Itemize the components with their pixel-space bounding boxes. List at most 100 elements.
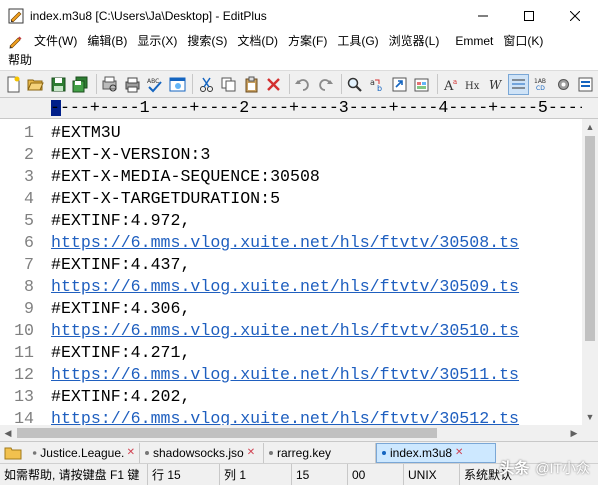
tab-shadowsocks[interactable]: shadowsocks.jso ✕: [140, 442, 264, 463]
folder-icon[interactable]: [4, 445, 22, 461]
menu-document[interactable]: 文档(D): [233, 31, 282, 51]
clip-library-button[interactable]: [412, 74, 432, 95]
hex-icon: Hx: [465, 81, 480, 92]
status-line: 行 15: [148, 463, 220, 485]
new-file-button[interactable]: [3, 74, 23, 95]
window-title: index.m3u8 [C:\Users\Ja\Desktop] - EditP…: [30, 8, 267, 23]
save-all-icon: [72, 76, 88, 92]
menu-window[interactable]: 窗口(K): [499, 31, 547, 51]
code-text: #EXTINF:4.271,: [51, 343, 191, 362]
line-number: 13: [14, 387, 34, 406]
copy-button[interactable]: [219, 74, 239, 95]
url-link[interactable]: https://6.mms.vlog.xuite.net/hls/ftvtv/3…: [51, 276, 519, 298]
print-preview-icon: [102, 76, 117, 91]
code-line: 8 https://6.mms.vlog.xuite.net/hls/ftvtv/…: [0, 276, 582, 298]
undo-icon: [295, 78, 310, 91]
url-link[interactable]: https://6.mms.vlog.xuite.net/hls/ftvtv/3…: [51, 364, 519, 386]
redo-button[interactable]: [315, 74, 335, 95]
tab-justice-league[interactable]: Justice.League.2( ✕: [28, 442, 140, 463]
print-preview-button[interactable]: [100, 74, 120, 95]
code-line: 4 #EXT-X-TARGETDURATION:5: [0, 188, 582, 210]
menu-help[interactable]: 帮助: [0, 51, 32, 69]
tab-close-icon[interactable]: ✕: [247, 447, 255, 458]
ruler-corner: [582, 97, 598, 119]
url-link[interactable]: https://6.mms.vlog.xuite.net/hls/ftvtv/3…: [51, 232, 519, 254]
print-button[interactable]: [122, 74, 142, 95]
tab-bullet-icon: [269, 450, 273, 455]
ruler-button[interactable]: 1AB CD: [531, 74, 551, 95]
document-pen-icon[interactable]: [8, 33, 24, 49]
code-line: 5 #EXTINF:4.972,: [0, 210, 582, 232]
horizontal-scroll-thumb[interactable]: [17, 428, 437, 438]
menu-edit[interactable]: 编辑(B): [83, 31, 131, 51]
menu-project[interactable]: 方案(F): [284, 31, 331, 51]
find-button[interactable]: [345, 74, 365, 95]
save-all-button[interactable]: [70, 74, 90, 95]
code-text: #EXT-X-MEDIA-SEQUENCE:30508: [51, 167, 320, 186]
undo-button[interactable]: [293, 74, 313, 95]
menu-view[interactable]: 显示(X): [133, 31, 181, 51]
code-line: 12 https://6.mms.vlog.xuite.net/hls/ftvtv…: [0, 364, 582, 386]
save-button[interactable]: [48, 74, 68, 95]
delete-button[interactable]: [263, 74, 283, 95]
cut-button[interactable]: [196, 74, 216, 95]
horizontal-scrollbar[interactable]: ◀ ▶: [0, 425, 582, 441]
cliptext-button[interactable]: [576, 74, 596, 95]
line-number: 6: [24, 233, 34, 252]
word-wrap-button[interactable]: W: [486, 74, 506, 95]
replace-button[interactable]: ab: [367, 74, 387, 95]
code-text: #EXTINF:4.306,: [51, 299, 191, 318]
paste-button[interactable]: [241, 74, 261, 95]
tab-index-m3u8[interactable]: index.m3u8 ✕: [376, 442, 496, 463]
column-ruler: ----+----1----+----2----+----3----+----4…: [0, 97, 582, 119]
hex-view-button[interactable]: Hx: [464, 74, 484, 95]
code-text: #EXT-X-VERSION:3: [51, 145, 211, 164]
ruler-scale: ----+----1----+----2----+----3----+----4…: [50, 98, 582, 117]
line-number-button[interactable]: [508, 73, 529, 95]
menu-tools[interactable]: 工具(G): [333, 31, 382, 51]
code-line: 9 #EXTINF:4.306,: [0, 298, 582, 320]
line-number: 7: [24, 255, 34, 274]
url-link[interactable]: https://6.mms.vlog.xuite.net/hls/ftvtv/3…: [51, 408, 519, 425]
line-number-icon: [512, 79, 526, 88]
svg-text:b: b: [377, 84, 382, 93]
tab-bullet-icon: [32, 450, 37, 455]
font-button[interactable]: Aa: [441, 74, 461, 95]
close-icon: [570, 10, 580, 21]
svg-text:a: a: [453, 78, 457, 86]
maximize-button[interactable]: [506, 0, 552, 31]
toolbar-separator: [340, 74, 342, 94]
tab-rarreg[interactable]: rarreg.key: [264, 442, 376, 463]
vertical-scrollbar[interactable]: ▲ ▼: [582, 119, 598, 425]
preferences-button[interactable]: [553, 74, 573, 95]
open-file-button[interactable]: [25, 74, 45, 95]
menu-bar-row-2: 帮助: [0, 51, 598, 69]
menu-file[interactable]: 文件(W): [30, 31, 81, 51]
copy-icon: [221, 77, 236, 91]
url-link[interactable]: https://6.mms.vlog.xuite.net/hls/ftvtv/3…: [51, 320, 519, 342]
scroll-down-arrow-icon[interactable]: ▼: [582, 409, 598, 425]
close-button[interactable]: [552, 0, 598, 31]
status-line-ending[interactable]: UNIX: [404, 463, 460, 485]
menu-emmet[interactable]: Emmet: [451, 31, 497, 51]
goto-line-button[interactable]: [389, 74, 409, 95]
toolbar-separator: [192, 74, 194, 94]
svg-text:ABC: ABC: [147, 78, 159, 85]
vertical-scroll-thumb[interactable]: [585, 136, 595, 341]
scroll-right-arrow-icon[interactable]: ▶: [566, 425, 582, 441]
tab-close-icon[interactable]: ✕: [455, 447, 463, 458]
browser-preview-button[interactable]: [167, 74, 187, 95]
minimize-button[interactable]: [460, 0, 506, 31]
editor-area[interactable]: 1 #EXTM3U 2 #EXT-X-VERSION:3 3 #EXT-X-MEDIA…: [0, 119, 582, 425]
menu-search[interactable]: 搜索(S): [183, 31, 231, 51]
toolbar: ABC ab Aa Hx W 1AB CD: [0, 70, 598, 97]
status-column: 列 1: [220, 463, 292, 485]
scroll-left-arrow-icon[interactable]: ◀: [0, 425, 16, 441]
line-number: 10: [14, 321, 34, 340]
line-number: 1: [24, 123, 34, 142]
tab-close-icon[interactable]: ✕: [127, 447, 135, 458]
spellcheck-button[interactable]: ABC: [144, 74, 164, 95]
font-icon: Aa: [443, 78, 457, 93]
menu-browser[interactable]: 浏览器(L): [385, 31, 444, 51]
scroll-up-arrow-icon[interactable]: ▲: [582, 119, 598, 135]
